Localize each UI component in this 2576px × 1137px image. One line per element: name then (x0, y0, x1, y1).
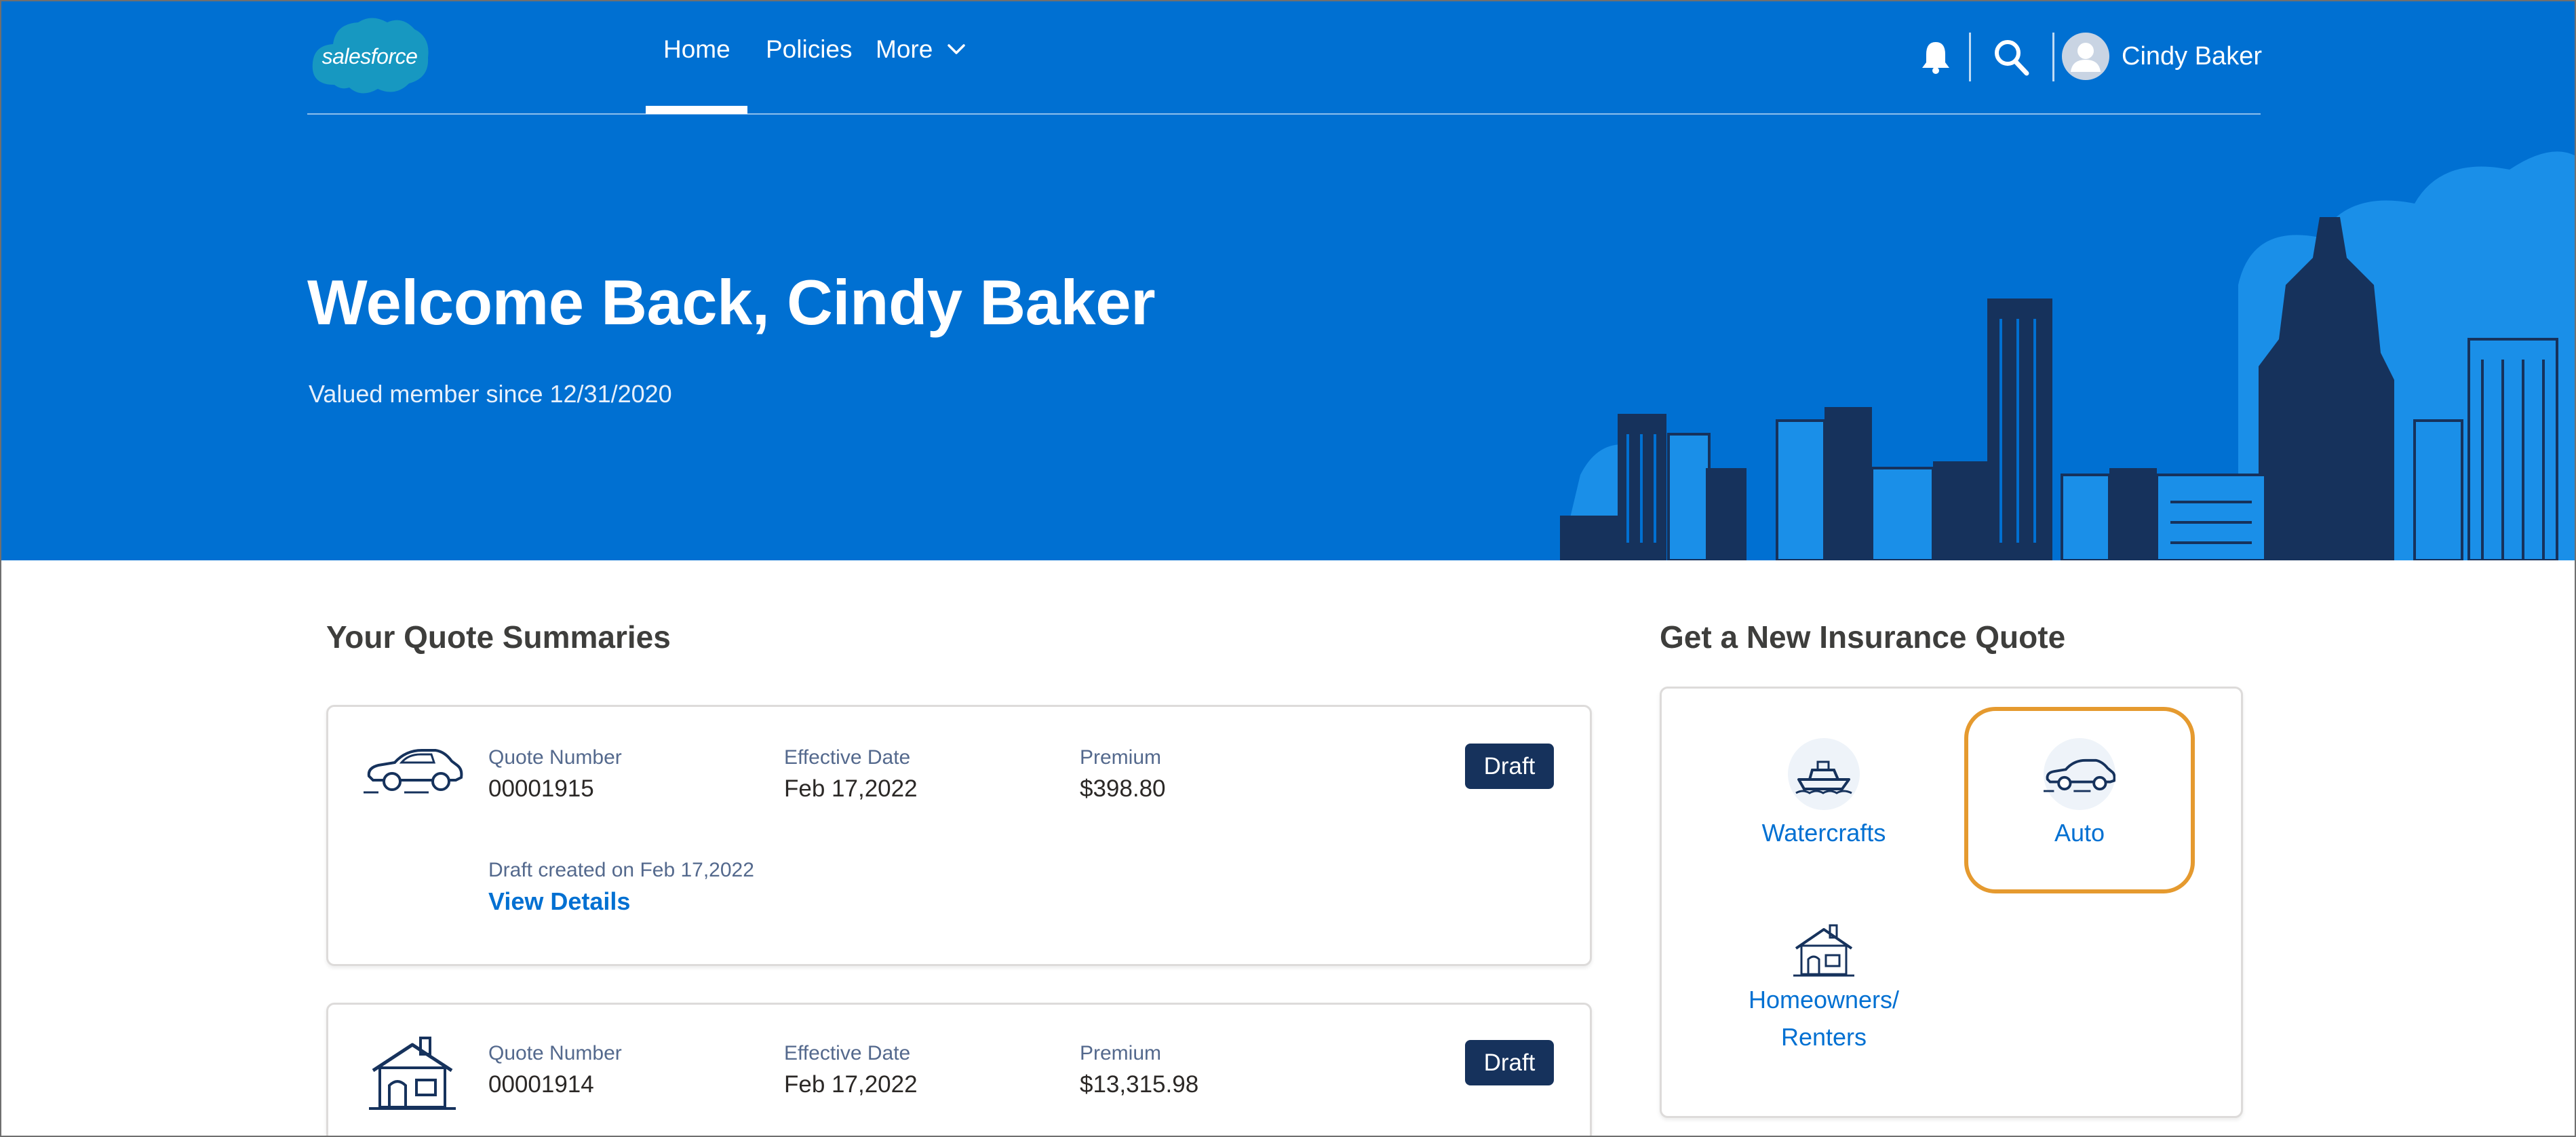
renters-label: Renters (1780, 1023, 1867, 1051)
hero-banner: salesforce Home Policies More Cindy Bake… (0, 0, 2576, 560)
logo-text: salesforce (321, 44, 418, 69)
watercrafts-label: Watercrafts (1761, 819, 1886, 847)
effective-date-label: Effective Date (784, 746, 911, 769)
quote-number-value: 00001915 (488, 775, 594, 802)
status-badge: Draft (1465, 744, 1554, 789)
tab-more-label: More (876, 35, 933, 63)
active-tab-indicator (646, 106, 747, 114)
user-menu[interactable]: Cindy Baker (2062, 33, 2262, 80)
premium-label: Premium (1080, 746, 1162, 769)
premium-value: $13,315.98 (1080, 1071, 1199, 1098)
header-separator (2052, 33, 2054, 81)
nav-divider (307, 113, 2261, 115)
quote-summaries-title: Your Quote Summaries (326, 619, 671, 655)
quote-card: Quote Number 00001915 Effective Date Feb… (326, 705, 1592, 966)
avatar-icon (2062, 33, 2109, 80)
watercrafts-option[interactable]: Watercrafts (1756, 738, 1892, 851)
quote-number-label: Quote Number (488, 746, 622, 769)
tab-policies[interactable]: Policies (766, 35, 853, 64)
bell-icon[interactable] (1919, 39, 1952, 75)
premium-label: Premium (1080, 1042, 1162, 1064)
quote-card: Quote Number 00001914 Effective Date Feb… (326, 1003, 1592, 1137)
effective-date-value: Feb 17,2022 (784, 775, 918, 802)
quote-number-value: 00001914 (488, 1071, 594, 1098)
member-since-text: Valued member since 12/31/2020 (309, 380, 672, 408)
auto-label: Auto (2054, 819, 2105, 847)
house-icon (369, 1037, 456, 1110)
page-title: Welcome Back, Cindy Baker (307, 267, 1156, 338)
homeowners-label: Homeowners/ (1748, 986, 1900, 1014)
tab-home[interactable]: Home (663, 35, 730, 64)
chevron-down-icon (948, 44, 966, 54)
boat-icon (1788, 738, 1860, 810)
header-separator (1969, 33, 1971, 81)
auto-option[interactable]: Auto (2012, 738, 2147, 851)
view-details-link[interactable]: View Details (488, 887, 630, 916)
user-name: Cindy Baker (2122, 41, 2262, 71)
effective-date-value: Feb 17,2022 (784, 1071, 918, 1098)
quote-number-label: Quote Number (488, 1042, 622, 1064)
effective-date-label: Effective Date (784, 1042, 911, 1064)
salesforce-logo[interactable]: salesforce (307, 10, 432, 97)
premium-value: $398.80 (1080, 775, 1166, 802)
car-icon (364, 749, 463, 794)
search-icon[interactable] (1993, 38, 2029, 76)
homeowners-renters-option[interactable]: Homeowners/ Renters (1742, 923, 1905, 1056)
tab-more[interactable]: More (876, 35, 966, 64)
new-quote-title: Get a New Insurance Quote (1660, 619, 2066, 655)
house-icon (1793, 924, 1854, 977)
draft-created-text: Draft created on Feb 17,2022 (488, 859, 754, 881)
car-icon (2044, 738, 2115, 810)
status-badge: Draft (1465, 1040, 1554, 1085)
